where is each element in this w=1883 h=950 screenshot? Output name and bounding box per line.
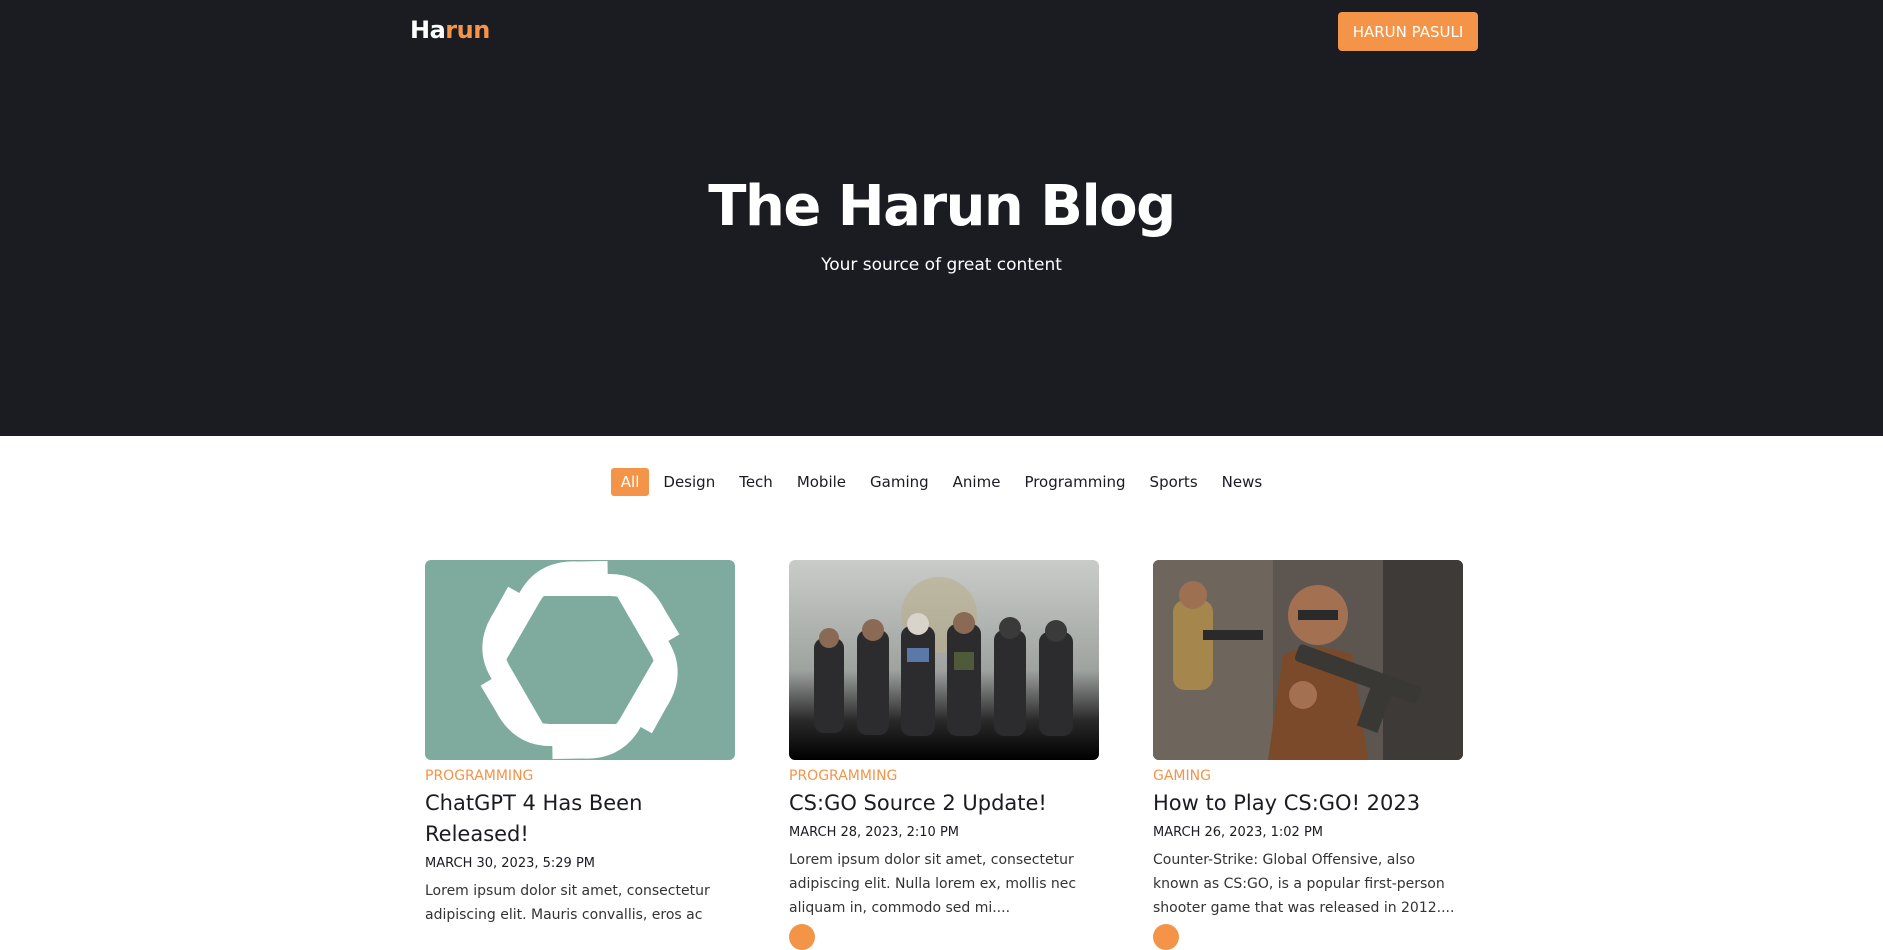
filter-anime[interactable]: Anime	[943, 468, 1011, 496]
post-title[interactable]: How to Play CS:GO! 2023	[1153, 788, 1463, 819]
filter-news[interactable]: News	[1212, 468, 1273, 496]
filter-tech[interactable]: Tech	[729, 468, 783, 496]
post-date: MARCH 28, 2023, 2:10 PM	[789, 825, 960, 840]
filter-programming[interactable]: Programming	[1014, 468, 1135, 496]
filter-design[interactable]: Design	[653, 468, 725, 496]
filter-all[interactable]: All	[610, 468, 650, 496]
site-logo[interactable]: Harun	[410, 16, 490, 44]
page-subtitle: Your source of great content	[821, 255, 1062, 275]
author-avatar[interactable]	[1153, 924, 1179, 950]
profile-button[interactable]: HARUN PASULI	[1338, 12, 1478, 51]
post-image[interactable]	[425, 560, 735, 760]
post-excerpt: Lorem ipsum dolor sit amet, consectetur …	[789, 852, 1077, 916]
soldier-with-rifle-image	[1153, 560, 1463, 760]
post-card[interactable]: GAMING How to Play CS:GO! 2023 MARCH 26,…	[1153, 560, 1463, 950]
post-date: MARCH 26, 2023, 1:02 PM	[1153, 825, 1324, 840]
openai-logo-icon	[480, 561, 680, 759]
filter-mobile[interactable]: Mobile	[787, 468, 856, 496]
post-category[interactable]: PROGRAMMING	[789, 768, 1099, 784]
post-excerpt: Counter-Strike: Global Offensive, also k…	[1153, 852, 1455, 916]
post-title[interactable]: CS:GO Source 2 Update!	[789, 788, 1099, 819]
page-title: The Harun Blog	[708, 174, 1176, 239]
post-card[interactable]: PROGRAMMING CS:GO Source 2 Update! MARCH…	[789, 560, 1099, 950]
category-filter-bar: All Design Tech Mobile Gaming Anime Prog…	[0, 468, 1883, 496]
post-category[interactable]: GAMING	[1153, 768, 1463, 784]
post-card[interactable]: PROGRAMMING ChatGPT 4 Has Been Released!…	[425, 560, 735, 927]
filter-sports[interactable]: Sports	[1140, 468, 1208, 496]
post-title[interactable]: ChatGPT 4 Has Been Released!	[425, 788, 735, 850]
post-image[interactable]	[789, 560, 1099, 760]
game-characters-image	[789, 560, 1099, 760]
filter-gaming[interactable]: Gaming	[860, 468, 939, 496]
post-image[interactable]	[1153, 560, 1463, 760]
hero-header: Harun HARUN PASULI The Harun Blog Your s…	[0, 0, 1883, 436]
post-date: MARCH 30, 2023, 5:29 PM	[425, 856, 596, 871]
logo-text-part2: run	[445, 16, 490, 44]
post-excerpt: Lorem ipsum dolor sit amet, consectetur …	[425, 883, 710, 923]
author-avatar[interactable]	[789, 924, 815, 950]
logo-text-part1: Ha	[410, 16, 446, 44]
post-category[interactable]: PROGRAMMING	[425, 768, 735, 784]
